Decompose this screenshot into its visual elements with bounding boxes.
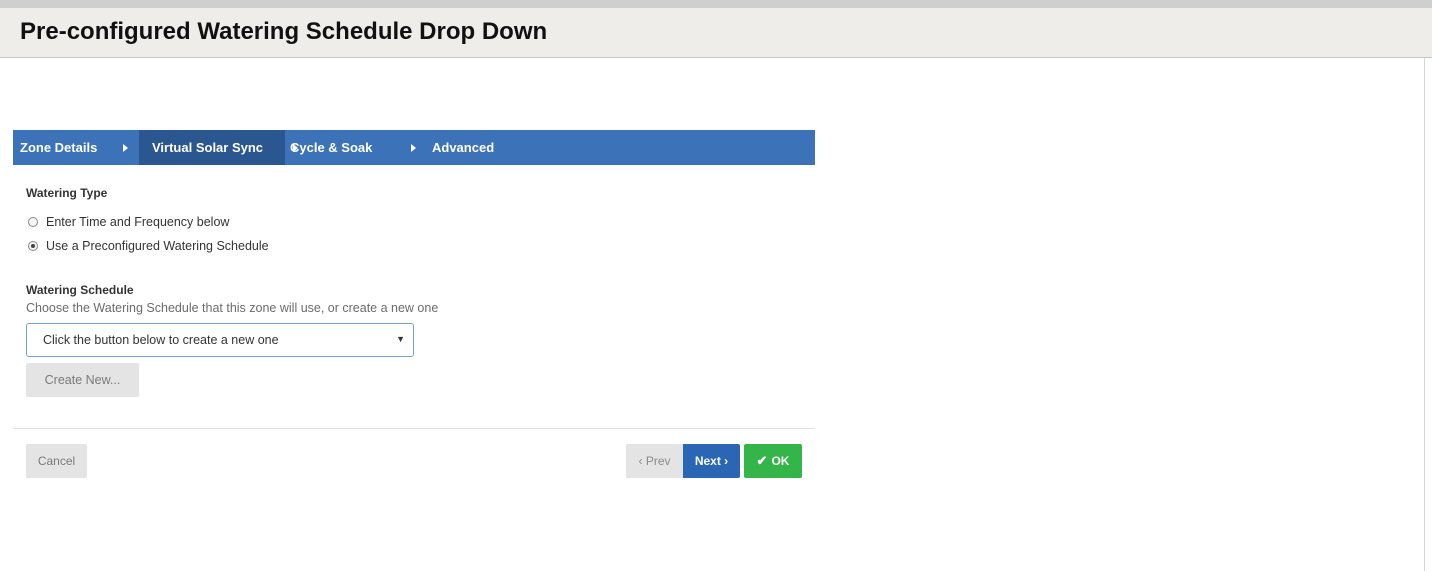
ok-label: OK [771, 454, 790, 468]
tab-label: Cycle & Soak [290, 140, 373, 155]
select-value: Click the button below to create a new o… [43, 333, 279, 347]
tab-zone-details[interactable]: Zone Details [13, 130, 139, 165]
tab-cycle-soak[interactable]: Cycle & Soak [285, 130, 427, 165]
wizard-nav: Zone Details Virtual Solar Sync Cycle & … [13, 130, 815, 165]
radio-button-selected[interactable] [28, 241, 38, 251]
watering-schedule-select[interactable]: Click the button below to create a new o… [26, 323, 414, 357]
radio-preconfigured[interactable]: Use a Preconfigured Watering Schedule [28, 239, 269, 253]
next-button[interactable]: Next › [683, 444, 740, 478]
tab-virtual-solar-sync[interactable]: Virtual Solar Sync [139, 130, 298, 165]
frame-border [1424, 58, 1425, 571]
title-bar: Pre-configured Watering Schedule Drop Do… [0, 8, 1432, 58]
tab-label: Virtual Solar Sync [152, 140, 264, 155]
tab-label: Zone Details [20, 140, 98, 155]
caret-right-icon [293, 143, 298, 152]
cancel-button[interactable]: Cancel [26, 444, 87, 478]
watering-schedule-label: Watering Schedule [26, 283, 134, 297]
page-title: Pre-configured Watering Schedule Drop Do… [20, 18, 548, 45]
caret-right-icon [411, 143, 416, 152]
prev-button[interactable]: ‹ Prev [626, 444, 683, 478]
watering-type-label: Watering Type [26, 186, 108, 200]
divider [13, 428, 815, 429]
top-strip [0, 0, 1432, 8]
radio-label: Use a Preconfigured Watering Schedule [46, 239, 269, 253]
radio-enter-time[interactable]: Enter Time and Frequency below [28, 215, 229, 229]
radio-label: Enter Time and Frequency below [46, 215, 230, 229]
ok-button[interactable]: ✔ OK [744, 444, 802, 478]
watering-schedule-help: Choose the Watering Schedule that this z… [26, 301, 439, 315]
tab-advanced[interactable]: Advanced [427, 130, 494, 165]
radio-button[interactable] [28, 217, 38, 227]
caret-right-icon [123, 143, 128, 152]
check-icon: ✔ [756, 453, 768, 468]
create-new-button[interactable]: Create New... [26, 363, 139, 397]
chevron-down-icon: ▼ [396, 334, 405, 344]
tab-label: Advanced [432, 140, 495, 155]
